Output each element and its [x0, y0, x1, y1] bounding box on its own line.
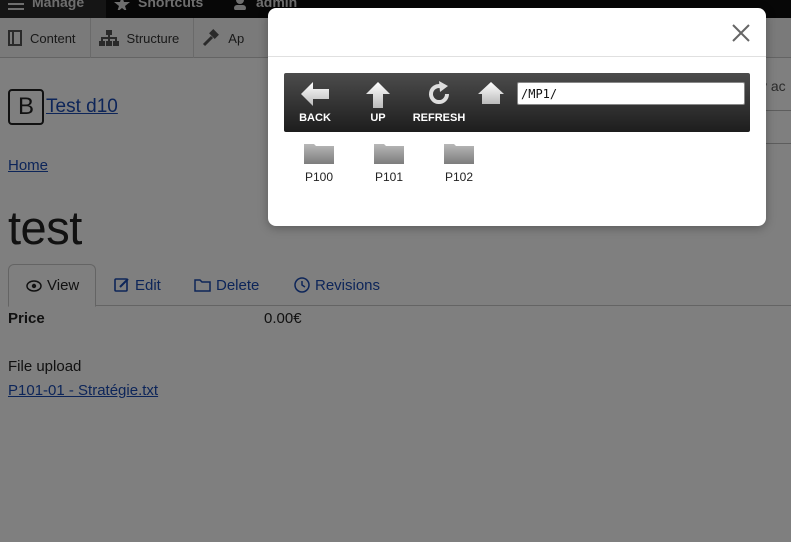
- dialog-titlebar: [268, 8, 766, 57]
- refresh-icon: [429, 81, 450, 104]
- back-button[interactable]: BACK: [295, 73, 335, 132]
- path-input[interactable]: [517, 82, 745, 105]
- back-label: BACK: [299, 112, 331, 124]
- home-icon: [478, 82, 504, 104]
- folder-label: P102: [444, 170, 474, 184]
- folder-item[interactable]: P100: [294, 142, 344, 184]
- folder-icon: [444, 144, 474, 164]
- up-label: UP: [370, 112, 386, 124]
- folder-icon: [304, 144, 334, 164]
- folder-icon: [374, 144, 404, 164]
- back-arrow-icon: [301, 82, 329, 106]
- close-icon[interactable]: [728, 20, 754, 46]
- refresh-button[interactable]: REFRESH: [413, 73, 465, 132]
- file-browser-dialog: BACK UP REFRESH P100 P101 P102: [268, 8, 766, 226]
- folder-label: P100: [304, 170, 334, 184]
- up-button[interactable]: UP: [358, 73, 398, 132]
- refresh-label: REFRESH: [412, 112, 466, 124]
- folder-label: P101: [374, 170, 404, 184]
- folder-item[interactable]: P102: [434, 142, 484, 184]
- folder-item[interactable]: P101: [364, 142, 414, 184]
- home-button[interactable]: [476, 73, 506, 132]
- file-manager-toolbar: BACK UP REFRESH: [284, 73, 750, 132]
- up-arrow-icon: [366, 82, 390, 108]
